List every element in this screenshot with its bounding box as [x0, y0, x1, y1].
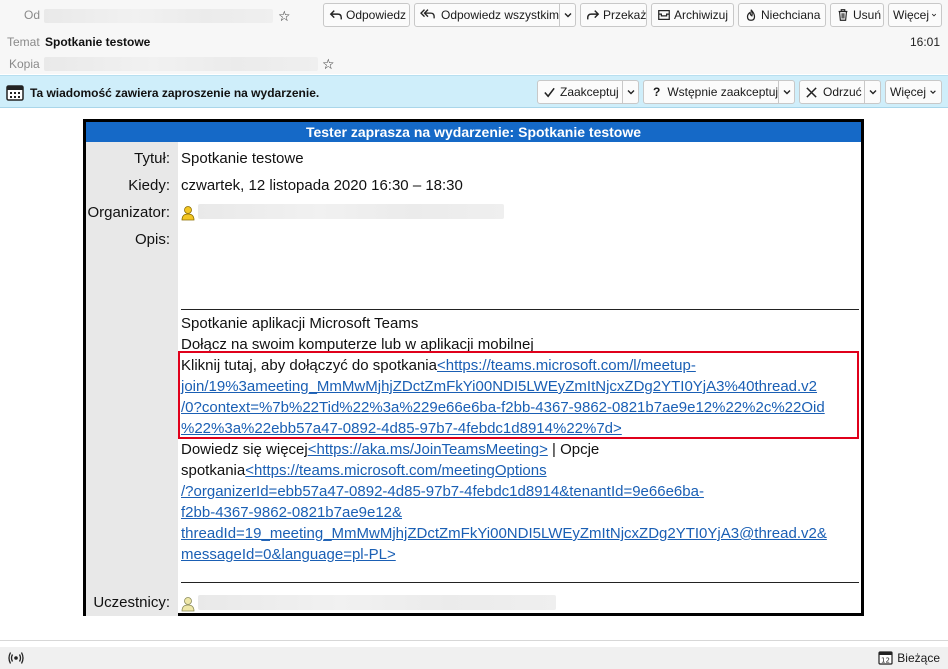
star-icon[interactable]: ☆ — [278, 9, 291, 23]
decline-label: Odrzuć — [823, 85, 862, 99]
reply-all-main[interactable]: Odpowiedz wszystkim — [415, 4, 559, 26]
trash-icon — [836, 7, 850, 23]
calendar-icon: 12 — [878, 651, 893, 665]
reply-button[interactable]: Odpowiedz — [323, 3, 410, 27]
chevron-down-icon — [869, 90, 876, 95]
forward-button[interactable]: Przekaż — [580, 3, 647, 27]
archive-icon — [657, 7, 671, 23]
message-body: Tester zaprasza na wydarzenie: Spotkanie… — [0, 108, 948, 641]
reply-all-button[interactable]: Odpowiedz wszystkim — [414, 3, 576, 27]
today-label: Bieżące — [897, 650, 940, 665]
checkmark-icon — [543, 86, 557, 99]
today-pane-button[interactable]: 12 Bieżące — [878, 650, 940, 665]
options-link-part-1[interactable]: <https://teams.microsoft.com/meetingOpti… — [245, 462, 546, 479]
attendees-redacted[interactable] — [198, 595, 556, 610]
calendar-icon — [6, 85, 24, 101]
archive-label: Archiwizuj — [674, 8, 729, 22]
decline-main[interactable]: Odrzuć — [800, 81, 862, 103]
options-text: spotkania — [181, 462, 246, 479]
options-link-part-5[interactable]: messageId=0&language=pl-PL> — [181, 546, 396, 563]
invitation-message: Ta wiadomość zawiera zaproszenie na wyda… — [30, 86, 320, 100]
flame-icon — [744, 7, 758, 23]
accept-button[interactable]: Zaakceptuj — [537, 80, 639, 104]
reply-all-dropdown[interactable] — [559, 4, 575, 26]
subject-label: Temat — [7, 35, 40, 49]
reply-all-icon — [420, 7, 438, 23]
tentative-label: Wstępnie zaakceptuj — [667, 85, 779, 99]
subject-row: Temat Spotkanie testowe 16:01 — [0, 30, 948, 54]
invitation-notification-bar: Ta wiadomość zawiera zaproszenie na wyda… — [0, 75, 948, 108]
options-link-part-2[interactable]: /?organizerId=ebb57a47-0892-4d85-97b7-4f… — [181, 483, 704, 500]
invite-more-button[interactable]: Więcej — [885, 80, 942, 104]
options-link-part-3[interactable]: f2bb-4367-9862-0821b7ae9e12& — [181, 504, 402, 521]
attendees-label: Uczestnicy: — [93, 594, 170, 611]
question-icon: ? — [653, 85, 661, 99]
archive-button[interactable]: Archiwizuj — [651, 3, 734, 27]
delete-label: Usuń — [853, 8, 882, 22]
description-label: Opis: — [134, 231, 170, 248]
chevron-down-icon — [930, 90, 936, 94]
online-status-icon[interactable] — [8, 650, 24, 666]
invitation-card: Tester zaprasza na wydarzenie: Spotkanie… — [83, 119, 864, 616]
reply-icon — [329, 7, 343, 23]
subject-text: Spotkanie testowe — [45, 35, 151, 49]
person-icon — [181, 206, 195, 221]
close-icon — [805, 86, 819, 99]
tentative-main[interactable]: ? Wstępnie zaakceptuj — [644, 81, 778, 103]
star-icon[interactable]: ☆ — [322, 57, 335, 71]
teams-heading: Spotkanie aplikacji Microsoft Teams — [181, 315, 419, 332]
decline-button[interactable]: Odrzuć — [799, 80, 881, 104]
chevron-down-icon — [783, 90, 790, 95]
person-icon — [181, 597, 195, 612]
event-title-value: Spotkanie testowe — [181, 150, 304, 167]
decline-dropdown[interactable] — [864, 81, 880, 103]
tentative-dropdown[interactable] — [778, 81, 794, 103]
from-address-redacted[interactable] — [44, 9, 273, 23]
chevron-down-icon — [564, 13, 571, 18]
from-label: Od — [24, 8, 41, 22]
when-label: Kiedy: — [128, 177, 170, 194]
message-time: 16:01 — [909, 35, 940, 49]
options-line: spotkania<https://teams.microsoft.com/me… — [181, 460, 547, 481]
more-label: Więcej — [893, 8, 930, 22]
cc-address-redacted[interactable] — [44, 57, 318, 71]
event-when-value: czwartek, 12 listopada 2020 16:30 – 18:3… — [181, 177, 463, 194]
organizer-redacted[interactable] — [198, 204, 504, 219]
forward-label: Przekaż — [603, 8, 647, 22]
learn-more-line: Dowiedz się więcej<https://aka.ms/JoinTe… — [181, 439, 599, 460]
separator-line — [181, 582, 859, 583]
forward-icon — [586, 7, 600, 23]
cc-row: Kopia ☆ — [0, 52, 948, 76]
learn-more-text: Dowiedz się więcej — [181, 441, 308, 458]
from-row: Od ☆ Odpowiedz Odpowiedz wszystkim Przek… — [0, 3, 948, 27]
options-separator: | Opcje — [547, 441, 600, 458]
options-link-part-4[interactable]: threadId=19_meeting_MmMwMjhjZDctZmFkYi00… — [181, 525, 827, 542]
separator-line — [181, 309, 859, 310]
organizer-label: Organizator: — [87, 204, 170, 221]
chevron-down-icon — [627, 90, 634, 95]
learn-more-link[interactable]: <https://aka.ms/JoinTeamsMeeting> — [308, 441, 548, 458]
junk-label: Niechciana — [761, 8, 821, 22]
accept-label: Zaakceptuj — [560, 85, 619, 99]
reply-label: Odpowiedz — [346, 8, 407, 22]
accept-main[interactable]: Zaakceptuj — [538, 81, 619, 103]
cc-label: Kopia — [9, 57, 40, 71]
invite-more-label: Więcej — [890, 85, 927, 99]
delete-button[interactable]: Usuń — [830, 3, 884, 27]
reply-all-label: Odpowiedz wszystkim — [441, 8, 560, 22]
tentative-button[interactable]: ? Wstępnie zaakceptuj — [643, 80, 795, 104]
highlight-box — [178, 351, 859, 439]
message-header: Od ☆ Odpowiedz Odpowiedz wszystkim Przek… — [0, 0, 948, 74]
status-bar: 12 Bieżące — [0, 647, 948, 669]
title-label: Tytuł: — [134, 150, 170, 167]
invitation-title: Tester zaprasza na wydarzenie: Spotkanie… — [86, 122, 861, 142]
accept-dropdown[interactable] — [622, 81, 638, 103]
junk-button[interactable]: Niechciana — [738, 3, 826, 27]
svg-text:12: 12 — [881, 657, 890, 665]
label-column: Tytuł: Kiedy: Organizator: Opis: Uczestn… — [86, 142, 178, 616]
chevron-down-icon — [931, 13, 937, 17]
more-button[interactable]: Więcej — [888, 3, 942, 27]
